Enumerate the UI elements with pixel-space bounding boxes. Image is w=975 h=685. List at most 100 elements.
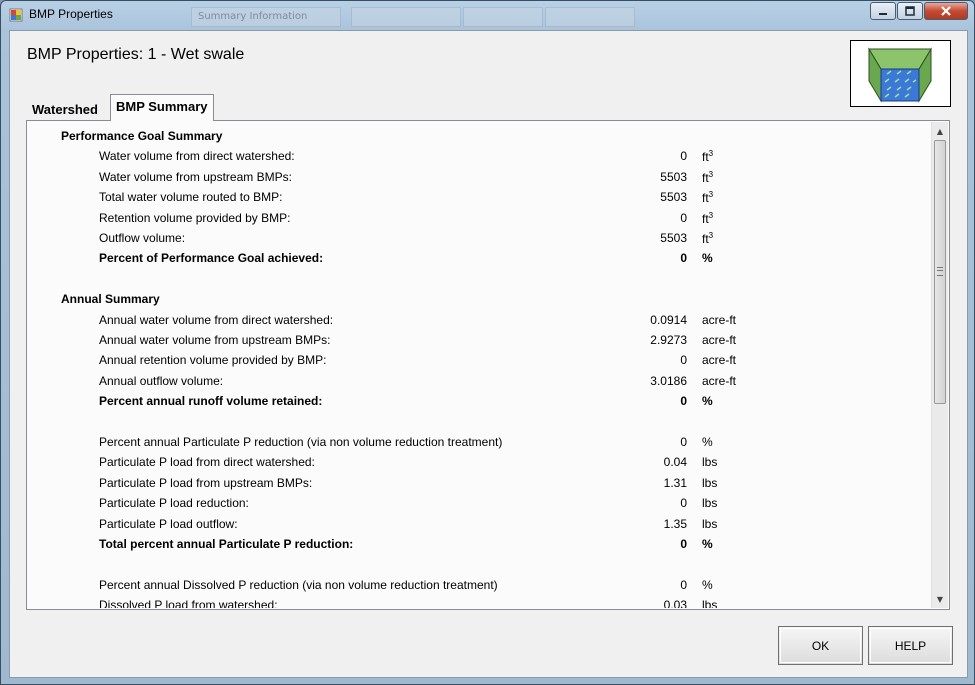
row-label: Retention volume provided by BMP: [99, 210, 291, 225]
dialog-client-area: BMP Properties: 1 - Wet swale Watershed … [9, 30, 968, 678]
row-value: 0.03 [663, 598, 687, 608]
unit-exponent: 3 [708, 231, 714, 240]
unit-text: acre-ft [702, 353, 737, 368]
row-label: Percent annual runoff volume retained: [99, 394, 323, 409]
row-unit: % [702, 394, 713, 408]
scroll-up-icon[interactable]: ▲ [932, 123, 948, 139]
scroll-down-icon[interactable]: ▼ [932, 591, 948, 607]
row-value: 1.31 [663, 475, 687, 490]
row-value: 0 [680, 537, 687, 551]
unit-text: lbs [702, 516, 718, 531]
row-value: 0 [680, 496, 687, 511]
row-unit: lbs [702, 476, 717, 490]
unit-text: acre-ft [702, 333, 737, 347]
summary-list[interactable]: Performance Goal Summary Water volume fro… [28, 122, 930, 608]
ok-button[interactable]: OK [778, 626, 863, 665]
vertical-scrollbar[interactable]: ▲ ▼ [931, 122, 948, 608]
row-unit: lbs [702, 598, 717, 608]
background-window-title [463, 7, 543, 27]
unit-text: lbs [702, 455, 718, 470]
row-label: Particulate P load from upstream BMPs: [99, 475, 313, 490]
summary-row: Particulate P load outflow: 1.35 lbs [28, 514, 928, 534]
background-windows: Summary Information [191, 1, 841, 29]
row-unit: lbs [702, 455, 717, 469]
row-label: Performance Goal Summary [61, 129, 223, 143]
row-label: Annual outflow volume: [99, 373, 224, 388]
row-value: 5503 [660, 169, 687, 184]
help-button[interactable]: HELP [868, 626, 953, 665]
row-value: 0 [680, 210, 687, 225]
row-value: 0.04 [663, 455, 687, 470]
summary-row: Dissolved P load from watershed: 0.03 lbs [28, 595, 928, 608]
row-value: 1.35 [663, 516, 687, 531]
row-value: 0 [680, 394, 687, 409]
summary-row: Particulate P load reduction: 0 lbs [28, 493, 928, 513]
tab-watershed[interactable]: Watershed [27, 98, 103, 120]
section-heading: Annual Summary [28, 289, 928, 309]
row-unit: ft3 [702, 149, 713, 164]
bmp-summary-panel: Performance Goal Summary Water volume fro… [26, 120, 950, 610]
maximize-icon[interactable] [897, 2, 923, 20]
unit-text: % [702, 435, 713, 449]
row-value: 5503 [660, 190, 687, 205]
summary-row: Percent annual runoff volume retained: 0% [28, 391, 928, 411]
spacer-row [28, 412, 928, 432]
wet-swale-icon [850, 40, 951, 107]
section-heading: Performance Goal Summary [28, 126, 928, 146]
row-unit: ft3 [702, 231, 713, 246]
summary-row: Water volume from upstream BMPs: 5503 ft3 [28, 167, 928, 187]
close-icon[interactable] [924, 2, 968, 20]
row-value: 2.9273 [650, 333, 687, 347]
row-unit: % [702, 578, 713, 592]
title-bar[interactable]: BMP Properties Summary Information [1, 1, 974, 29]
page-title: BMP Properties: 1 - Wet swale [27, 46, 245, 63]
summary-row: Total percent annual Particulate P reduc… [28, 534, 928, 554]
unit-text: ft [702, 232, 709, 246]
help-button-label: HELP [894, 638, 927, 653]
row-label: Annual water volume from upstream BMPs: [99, 333, 331, 347]
summary-row: Particulate P load from upstream BMPs: 1.… [28, 473, 928, 493]
row-value: 0.0914 [650, 312, 687, 327]
row-value: 0 [680, 149, 687, 164]
spacer-row [28, 554, 928, 574]
background-window-title: Summary Information [191, 7, 341, 27]
unit-exponent: 3 [708, 169, 714, 179]
summary-row: Annual water volume from upstream BMPs: 2… [28, 330, 928, 350]
summary-row: Annual outflow volume: 3.0186 acre-ft [28, 371, 928, 391]
row-unit: ft3 [702, 190, 713, 205]
unit-exponent: 3 [708, 190, 714, 200]
unit-text: ft [702, 150, 709, 165]
row-unit: acre-ft [702, 353, 736, 367]
row-unit: acre-ft [702, 333, 736, 347]
unit-text: ft [702, 191, 709, 206]
row-label: Water volume from upstream BMPs: [99, 169, 292, 184]
background-window-title [545, 7, 635, 27]
row-label: Particulate P load reduction: [99, 496, 249, 511]
minimize-icon[interactable] [870, 2, 896, 20]
background-window-title [351, 7, 461, 27]
unit-text: % [702, 537, 713, 551]
unit-text: lbs [702, 475, 718, 490]
row-unit: acre-ft [702, 313, 736, 327]
tab-bmp-summary[interactable]: BMP Summary [110, 94, 214, 121]
unit-text: acre-ft [702, 373, 737, 388]
row-unit: % [702, 435, 713, 449]
summary-row: Percent annual Dissolved P reduction (vi… [28, 575, 928, 595]
row-value: 5503 [660, 231, 687, 245]
unit-exponent: 3 [708, 149, 714, 159]
row-unit: lbs [702, 517, 717, 531]
summary-row: Total water volume routed to BMP: 5503 ft3 [28, 187, 928, 207]
row-label: Annual retention volume provided by BMP: [99, 353, 327, 368]
row-value: 0 [680, 577, 687, 592]
row-label: Total percent annual Particulate P reduc… [99, 537, 354, 551]
row-label: Particulate P load from direct watershed… [99, 455, 315, 470]
row-label: Annual Summary [61, 292, 160, 307]
unit-text: % [702, 577, 713, 592]
summary-row: Percent of Performance Goal achieved: 0% [28, 248, 928, 268]
summary-row: Outflow volume: 5503 ft3 [28, 228, 928, 248]
scrollbar-thumb[interactable] [934, 140, 946, 404]
window-title: BMP Properties [29, 7, 113, 21]
row-unit: % [702, 537, 713, 551]
row-label: Percent of Performance Goal achieved: [99, 251, 324, 266]
unit-exponent: 3 [708, 210, 714, 220]
